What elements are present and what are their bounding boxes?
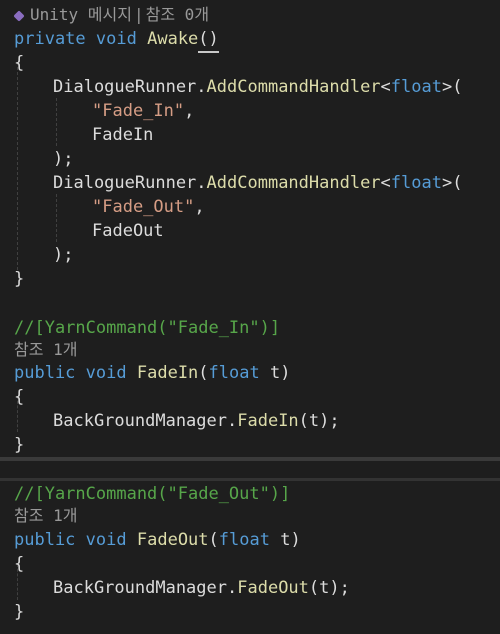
type-float: float [390,77,442,97]
codelens-fadein-references[interactable]: 참조 1개 [14,338,77,362]
param-t: t) [259,363,291,383]
method-name-fadein: FadeIn [136,363,199,383]
awake-parens: () [198,27,219,53]
codelens-references[interactable]: 참조 0개 [146,5,209,24]
indent-guide [56,98,57,146]
close-paren-line-1: ); [53,149,74,169]
angle-open: < [380,173,391,193]
keyword-void: void [85,363,127,383]
dot: . [227,578,238,598]
brace-close: } [14,269,25,289]
fadein-body[interactable]: BackGroundManager.FadeIn(t); [53,409,340,433]
dot: . [196,77,207,97]
comment-yarn-fade-out[interactable]: //[YarnCommand("Fade_Out")] [14,482,290,506]
keyword-void: void [85,530,127,550]
keyword-public: public [14,363,76,383]
class-background-manager: BackGroundManager [53,578,227,598]
dot: . [196,173,207,193]
fadeout-signature[interactable]: public void FadeOut(float t) [14,528,301,552]
fadeout-body[interactable]: BackGroundManager.FadeOut(t); [53,576,350,600]
comma: , [194,197,205,217]
class-background-manager: BackGroundManager [53,411,227,431]
type-float: float [218,530,270,550]
paren-open: ( [208,530,219,550]
keyword-public: public [14,530,76,550]
awake-signature[interactable]: private void Awake() [14,27,219,53]
add-command-line-2[interactable]: DialogueRunner.AddCommandHandler<float>( [53,171,462,195]
class-dialogue-runner: DialogueRunner [53,173,197,193]
codelens-separator: | [133,5,144,24]
codelens-awake[interactable]: Unity 메시지 | 참조 0개 [12,3,209,27]
fadein-signature[interactable]: public void FadeIn(float t) [14,361,290,385]
codelens-unity-message[interactable]: Unity 메시지 [30,5,132,24]
angle-close-paren: >( [441,77,463,97]
brace-close: } [14,435,25,455]
codelens-fadeout-references[interactable]: 참조 1개 [14,504,77,528]
brace-open: { [14,53,25,73]
call-args: (t); [298,411,340,431]
method-fadein-call: FadeIn [237,411,299,431]
add-command-line-1[interactable]: DialogueRunner.AddCommandHandler<float>( [53,75,462,99]
comma: , [184,101,195,121]
indent-guide [17,62,18,270]
paren-open: ( [198,363,209,383]
close-paren-line-2: ); [53,245,74,265]
call-args: (t); [308,578,350,598]
brace-close: } [14,602,25,622]
method-add-command-handler: AddCommandHandler [206,77,381,97]
keyword-private: private [14,29,86,49]
method-separator [0,457,500,461]
type-float: float [208,363,260,383]
indent-guide [56,194,57,242]
method-name-awake: Awake [147,29,199,49]
angle-open: < [380,77,391,97]
comment-yarn-fade-in[interactable]: //[YarnCommand("Fade_In")] [14,316,280,340]
dot: . [227,411,238,431]
unity-icon [13,9,25,22]
method-separator [0,478,500,481]
brace-open: { [14,387,25,407]
code-editor[interactable]: Unity 메시지 | 참조 0개 private void Awake() { D… [0,0,500,634]
angle-close-paren: >( [441,173,463,193]
type-float: float [390,173,442,193]
arg-handler-line-1[interactable]: FadeIn [92,123,153,147]
string-fade-out: "Fade_Out" [92,197,195,217]
arg-string-line-1[interactable]: "Fade_In", [92,99,194,123]
arg-string-line-2[interactable]: "Fade_Out", [92,195,205,219]
method-fadeout-call: FadeOut [237,578,309,598]
method-name-fadeout: FadeOut [136,530,209,550]
method-add-command-handler: AddCommandHandler [206,173,381,193]
param-t: t) [269,530,301,550]
brace-open: { [14,554,25,574]
arg-handler-line-2[interactable]: FadeOut [92,219,164,243]
string-fade-in: "Fade_In" [92,101,185,121]
keyword-void: void [95,29,137,49]
class-dialogue-runner: DialogueRunner [53,77,197,97]
